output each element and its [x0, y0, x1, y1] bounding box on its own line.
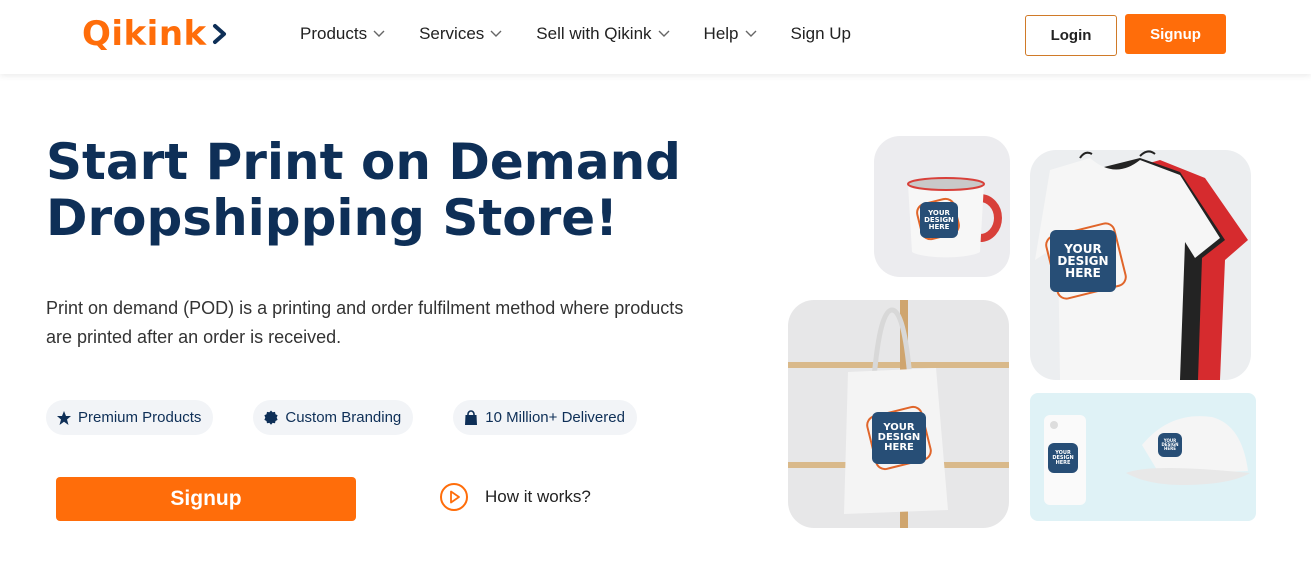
tshirt-product-image: YOUR DESIGN HERE [1030, 150, 1251, 380]
hero-description: Print on demand (POD) is a printing and … [46, 298, 684, 347]
chip-label: Custom Branding [285, 409, 402, 426]
login-button[interactable]: Login [1025, 15, 1117, 56]
nav-item-products[interactable]: Products [300, 24, 385, 44]
hero-signup-button[interactable]: Signup [56, 477, 356, 521]
nav-item-help[interactable]: Help [704, 24, 757, 44]
how-it-works-label: How it works? [485, 487, 591, 506]
nav-item-sign-up[interactable]: Sign Up [791, 24, 851, 44]
nav-item-label: Help [703, 24, 739, 43]
design-placeholder: YOUR DESIGN HERE [1158, 433, 1182, 457]
hero-title-line-2: Dropshipping Store! [46, 189, 618, 247]
design-placeholder: YOUR DESIGN HERE [872, 412, 926, 464]
badge-icon [264, 410, 278, 425]
nav-item-sell-with-qikink[interactable]: Sell with Qikink [536, 24, 670, 44]
design-placeholder: YOUR DESIGN HERE [1048, 443, 1078, 473]
chip-label: 10 Million+ Delivered [485, 409, 625, 426]
design-placeholder: YOUR DESIGN HERE [920, 202, 958, 238]
hero-title: Start Print on Demand Dropshipping Store… [46, 134, 746, 246]
chevron-down-icon [490, 30, 502, 37]
bag-icon [465, 409, 478, 425]
chevron-down-icon [745, 30, 757, 37]
chip-custom-branding: Custom Branding [253, 400, 414, 435]
chip-delivered: 10 Million+ Delivered [453, 400, 637, 435]
feature-chips: Premium Products Custom Branding 10 Mill… [46, 400, 677, 435]
chip-label: Premium Products [78, 409, 202, 426]
qikink-logo[interactable]: Qikink [82, 14, 231, 54]
hero-title-line-1: Start Print on Demand [46, 133, 681, 191]
site-header: Qikink Products Services Sell with Qikin… [0, 0, 1311, 74]
chip-premium-products: Premium Products [46, 400, 214, 435]
nav-item-label: Sign Up [790, 24, 851, 43]
logo-chevron-icon [212, 24, 226, 44]
chevron-down-icon [373, 30, 385, 37]
main-nav: Products Services Sell with Qikink Help … [300, 24, 885, 44]
mug-product-image: YOUR DESIGN HERE [874, 136, 1010, 277]
chevron-down-icon [658, 30, 670, 37]
phone-case-and-cap-product-image: YOUR DESIGN HERE YOUR DESIGN HERE [1030, 393, 1256, 521]
play-circle-icon [440, 483, 468, 511]
nav-item-label: Products [300, 24, 368, 43]
logo-text: Qikink [82, 14, 207, 54]
star-icon [57, 410, 71, 425]
nav-item-label: Sell with Qikink [536, 24, 652, 43]
how-it-works-link[interactable]: How it works? [439, 482, 591, 512]
header-signup-button[interactable]: Signup [1125, 14, 1226, 54]
design-placeholder: YOUR DESIGN HERE [1050, 230, 1116, 292]
nav-item-services[interactable]: Services [419, 24, 502, 44]
tote-bag-product-image: YOUR DESIGN HERE [788, 300, 1009, 528]
nav-item-label: Services [419, 24, 485, 43]
